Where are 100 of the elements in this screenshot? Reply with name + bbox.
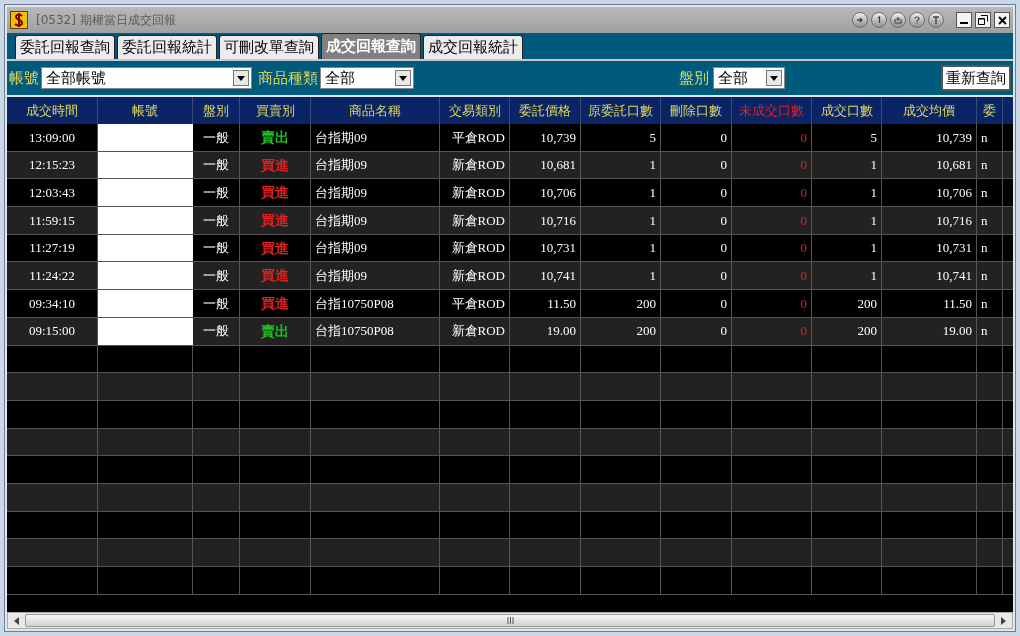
table-cell: 一般 — [193, 317, 240, 345]
table-cell: 0 — [661, 179, 732, 207]
table-cell: 平倉ROD — [440, 124, 510, 151]
table-cell: 10,716 — [882, 207, 977, 234]
table-cell: 0 — [732, 207, 812, 234]
scroll-thumb[interactable] — [25, 614, 995, 627]
table-cell: 一般 — [193, 151, 240, 179]
minimize-icon[interactable] — [956, 12, 972, 28]
requery-button[interactable]: 重新查詢 — [941, 65, 1011, 91]
table-cell: 新倉ROD — [440, 262, 510, 290]
table-cell: 10,731 — [510, 234, 581, 262]
table-cell: 台指10750P08 — [311, 290, 440, 317]
table-cell: 200 — [812, 317, 882, 345]
account-dropdown[interactable]: 全部帳號 — [41, 67, 252, 89]
table-cell: 0 — [732, 234, 812, 262]
help-icon[interactable] — [909, 12, 925, 28]
table-cell: 5 — [581, 124, 661, 151]
close-icon[interactable] — [994, 12, 1010, 28]
side-label: 買進 — [261, 238, 289, 258]
table-cell: 10,741 — [510, 262, 581, 290]
table-cell: 台指期09 — [311, 262, 440, 290]
table-cell: 200 — [581, 317, 661, 345]
table-cell: n — [977, 151, 1003, 179]
tab[interactable]: 可刪改單查詢 — [219, 35, 319, 59]
table-cell: 1 — [581, 234, 661, 262]
table-cell: 0 — [732, 151, 812, 179]
table-cell: 0 — [661, 207, 732, 234]
product-type-dropdown[interactable]: 全部 — [320, 67, 414, 89]
horizontal-scrollbar[interactable] — [7, 612, 1013, 629]
side-label: 買進 — [261, 155, 289, 175]
table-cell: 1 — [812, 151, 882, 179]
side-label: 買進 — [261, 210, 289, 230]
restore-icon[interactable] — [975, 12, 991, 28]
table-cell: 一般 — [193, 290, 240, 317]
table-cell: 10,739 — [882, 124, 977, 151]
side-label: 買進 — [261, 183, 289, 203]
table-cell: 1 — [812, 234, 882, 262]
table-cell: 10,716 — [510, 207, 581, 234]
tab[interactable]: 成交回報查詢 — [321, 33, 421, 59]
market-label: 盤別 — [679, 67, 709, 89]
table-cell: 台指期09 — [311, 124, 440, 151]
table-cell: 0 — [661, 262, 732, 290]
tab[interactable]: 委託回報統計 — [117, 35, 217, 59]
table-cell: 0 — [661, 151, 732, 179]
window-title: [0532] 期權當日成交回報 — [36, 12, 176, 29]
table-cell: 0 — [661, 124, 732, 151]
table-cell: 1 — [581, 179, 661, 207]
table-cell: 1 — [812, 207, 882, 234]
table-cell: 1 — [581, 207, 661, 234]
table-cell: 台指期09 — [311, 179, 440, 207]
table-cell: 1 — [581, 151, 661, 179]
account-label: 帳號 — [9, 67, 39, 89]
table-cell: 0 — [661, 290, 732, 317]
table-cell: 新倉ROD — [440, 207, 510, 234]
table-cell: 200 — [812, 290, 882, 317]
table-cell: 0 — [661, 234, 732, 262]
table-cell: 19.00 — [882, 317, 977, 345]
table-cell: 1 — [812, 179, 882, 207]
tab[interactable]: 成交回報統計 — [423, 35, 523, 59]
table-cell: 10,741 — [882, 262, 977, 290]
table-cell: n — [977, 234, 1003, 262]
table-cell: 10,739 — [510, 124, 581, 151]
table-cell: 1 — [812, 262, 882, 290]
table-cell: n — [977, 317, 1003, 345]
table-cell: 一般 — [193, 207, 240, 234]
table-cell: 1 — [581, 262, 661, 290]
table-cell: 一般 — [193, 179, 240, 207]
table-cell: 19.00 — [510, 317, 581, 345]
table-cell: 10,706 — [882, 179, 977, 207]
table-cell: 11.50 — [882, 290, 977, 317]
table-cell: 5 — [812, 124, 882, 151]
table-cell: 新倉ROD — [440, 234, 510, 262]
table-cell: 新倉ROD — [440, 317, 510, 345]
table-cell: 0 — [732, 262, 812, 290]
table-cell: 平倉ROD — [440, 290, 510, 317]
side-label: 買進 — [261, 293, 289, 313]
add-window-icon[interactable] — [890, 12, 906, 28]
dollar-logo-icon — [10, 11, 28, 29]
side-label: 賣出 — [261, 127, 289, 147]
table-cell: 台指期09 — [311, 234, 440, 262]
tab[interactable]: 委託回報查詢 — [15, 35, 115, 59]
table-cell: n — [977, 124, 1003, 151]
table-cell: 10,706 — [510, 179, 581, 207]
table-cell: 台指期09 — [311, 151, 440, 179]
table-cell: 0 — [661, 317, 732, 345]
table-cell: n — [977, 262, 1003, 290]
table-cell: 10,731 — [882, 234, 977, 262]
side-label: 買進 — [261, 266, 289, 286]
table-cell: 一般 — [193, 234, 240, 262]
side-label: 賣出 — [261, 321, 289, 341]
market-dropdown[interactable]: 全部 — [713, 67, 785, 89]
table-cell: 一般 — [193, 262, 240, 290]
table-cell: 11.50 — [510, 290, 581, 317]
table-cell: 0 — [732, 317, 812, 345]
table-cell: 0 — [732, 290, 812, 317]
table-cell: 0 — [732, 179, 812, 207]
table-cell: 0 — [732, 124, 812, 151]
table-cell: 台指10750P08 — [311, 317, 440, 345]
table-cell: 台指期09 — [311, 207, 440, 234]
table-cell: n — [977, 207, 1003, 234]
